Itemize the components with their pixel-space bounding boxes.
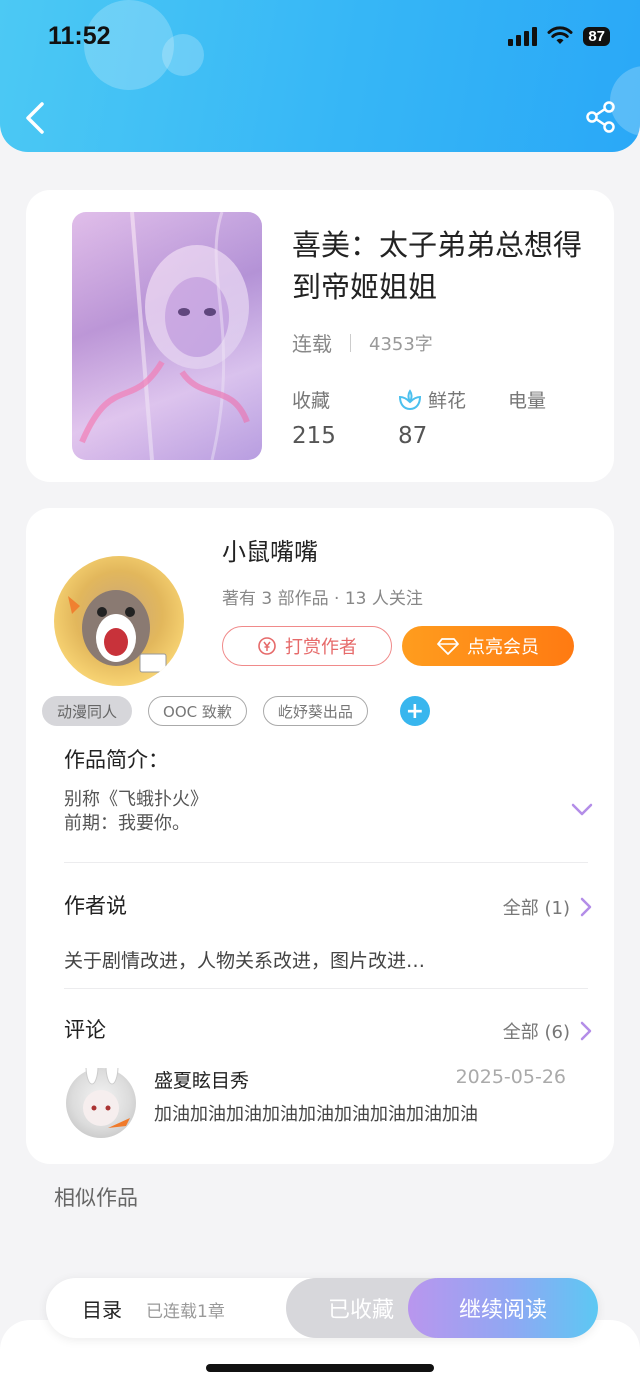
- word-count: 4353字: [369, 333, 433, 355]
- comment-date: 2025-05-26: [455, 1066, 566, 1088]
- vip-button[interactable]: 点亮会员: [402, 626, 574, 666]
- author-say-more[interactable]: 全部 (1): [503, 894, 592, 920]
- back-arrow-icon[interactable]: [18, 96, 54, 140]
- tag-item[interactable]: 动漫同人: [42, 696, 133, 726]
- stat-power[interactable]: 电量: [508, 386, 546, 423]
- expand-chevron-down-icon[interactable]: [570, 802, 594, 818]
- tag-item[interactable]: OOC 致歉: [148, 696, 247, 726]
- flower-icon: [398, 388, 422, 410]
- cellular-signal-icon: [508, 26, 538, 46]
- share-icon[interactable]: [584, 100, 618, 134]
- tag-list: 动漫同人 OOC 致歉 屹妤葵出品 +: [42, 696, 430, 726]
- decor-bubble: [162, 34, 204, 76]
- similar-works-title: 相似作品: [54, 1186, 138, 1210]
- more-label: 全部 (6): [502, 1022, 570, 1043]
- author-name[interactable]: 小鼠嘴嘴: [222, 532, 318, 567]
- continue-reading-button[interactable]: 继续阅读: [408, 1278, 598, 1338]
- comment-username[interactable]: 盛夏眩目秀: [154, 1066, 249, 1093]
- comments-more[interactable]: 全部 (6): [503, 1018, 592, 1044]
- stat-label: 收藏: [292, 390, 331, 412]
- comment-text: 加油加油加油加油加油加油加油加油加油: [154, 1104, 478, 1125]
- chapter-count: 已连载1章: [146, 1302, 225, 1322]
- divider: [64, 988, 588, 989]
- book-meta: 连载 4353字: [292, 328, 433, 357]
- toc-button[interactable]: 目录: [82, 1294, 122, 1323]
- chevron-right-icon: [580, 897, 592, 917]
- stat-favorites: 收藏 215: [292, 386, 336, 449]
- add-tag-button[interactable]: +: [399, 696, 430, 726]
- header: 11:52 87: [0, 0, 640, 152]
- stat-label: 鲜花: [428, 390, 467, 412]
- stat-label: 电量: [508, 390, 547, 412]
- author-say-title: 作者说: [64, 894, 127, 918]
- divider: [64, 862, 588, 863]
- author-card: 小鼠嘴嘴 著有 3 部作品 · 13 人关注 打赏作者 点亮会员 动漫同人 OO…: [26, 508, 614, 1164]
- avatar-art: [83, 1047, 130, 1128]
- book-info-card: 喜美：太子弟弟总想得到帝姬姐姐 连载 4353字 收藏 215 鲜花 87 电量: [26, 190, 614, 482]
- status-icons: 87: [508, 26, 610, 46]
- tag-item[interactable]: 屹妤葵出品: [262, 696, 368, 726]
- home-indicator: [206, 1364, 434, 1372]
- stat-value: 215: [292, 423, 336, 449]
- coin-yen-icon: [258, 637, 276, 655]
- comment-user-avatar[interactable]: [66, 1047, 136, 1138]
- vip-label: 点亮会员: [467, 637, 539, 658]
- book-cover-image[interactable]: [72, 212, 262, 460]
- battery-indicator: 87: [583, 26, 610, 46]
- stat-flowers-row: 鲜花: [398, 386, 466, 413]
- book-title: 喜美：太子弟弟总想得到帝姬姐姐: [292, 228, 583, 304]
- intro-line: 前期：我要你。: [64, 813, 190, 834]
- stat-flowers[interactable]: 鲜花 87: [398, 386, 466, 449]
- chevron-right-icon: [580, 1021, 592, 1041]
- intro-line: 别称《飞蛾扑火》: [64, 789, 208, 810]
- avatar-art: [68, 590, 167, 673]
- status-time: 11:52: [48, 22, 111, 50]
- reward-author-button[interactable]: 打赏作者: [222, 626, 392, 666]
- divider: [350, 333, 351, 352]
- author-meta: 著有 3 部作品 · 13 人关注: [222, 589, 423, 609]
- author-say-text[interactable]: 关于剧情改进，人物关系改进，图片改进…: [64, 946, 425, 973]
- stat-value: 87: [398, 423, 428, 449]
- more-label: 全部 (1): [502, 898, 570, 919]
- intro-title: 作品简介：: [64, 748, 169, 772]
- diamond-icon: [437, 638, 459, 655]
- bottom-action-bar: 目录 已连载1章 已收藏 继续阅读: [46, 1278, 598, 1338]
- intro-text: 别称《飞蛾扑火》 前期：我要你。: [64, 788, 208, 836]
- wifi-icon: [547, 26, 573, 44]
- comments-title: 评论: [64, 1018, 106, 1042]
- reward-label: 打赏作者: [285, 637, 357, 658]
- book-status: 连载: [292, 332, 332, 356]
- author-avatar[interactable]: [54, 556, 184, 686]
- cover-art: [72, 212, 262, 460]
